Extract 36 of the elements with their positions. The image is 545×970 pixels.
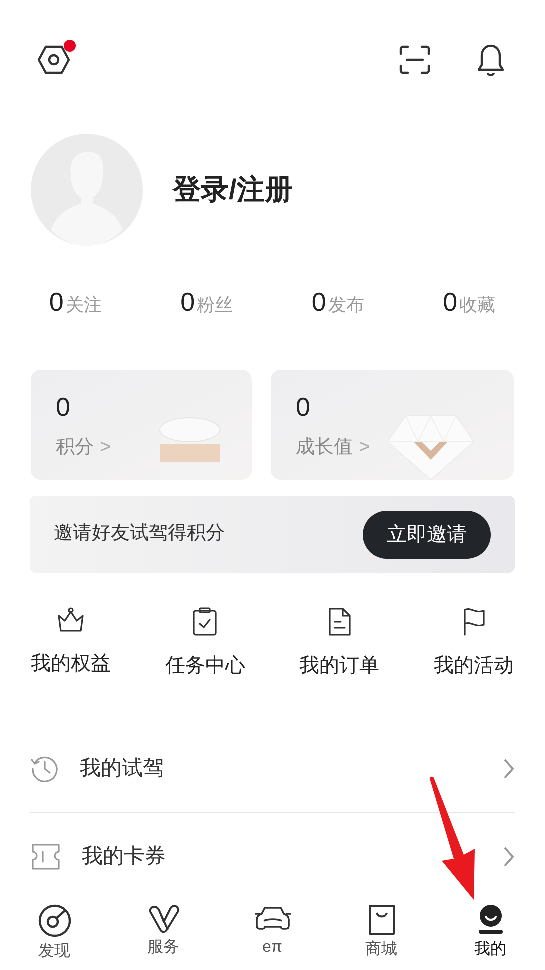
- card-label: 成长值: [296, 436, 353, 460]
- stat-count: 0: [443, 286, 458, 318]
- shortcut-item[interactable]: 我的订单: [272, 607, 407, 681]
- chevron-right-icon: [503, 758, 515, 780]
- bell-icon: [476, 43, 506, 77]
- chevron-right-icon: [503, 846, 515, 868]
- shortcut-item[interactable]: 我的活动: [406, 607, 541, 681]
- invite-button[interactable]: 立即邀请: [363, 510, 491, 558]
- card-label: 积分: [56, 436, 94, 460]
- shortcut-item[interactable]: 任务中心: [138, 607, 272, 681]
- settings-icon: [37, 45, 71, 75]
- card-chevron: >: [100, 436, 112, 460]
- shopping-bag-icon: [366, 904, 396, 936]
- invite-text: 邀请好友试驾得积分: [54, 522, 225, 546]
- card-value: 0: [296, 391, 312, 424]
- tab-item[interactable]: 发现: [0, 900, 109, 970]
- points-card[interactable]: 0 成长值 >: [271, 370, 514, 480]
- stat-count: 0: [49, 286, 64, 318]
- tab-item[interactable]: eπ: [218, 900, 327, 970]
- card-value: 0: [56, 391, 72, 424]
- clipboard-check-icon: [192, 607, 218, 637]
- scan-icon: [399, 45, 431, 75]
- tab-item[interactable]: 我的: [436, 900, 545, 970]
- card-chevron: >: [359, 436, 370, 460]
- ticket-icon: [30, 842, 62, 872]
- tab-item[interactable]: 服务: [109, 900, 218, 970]
- tab-item[interactable]: 商城: [327, 900, 436, 970]
- login-register-link[interactable]: 登录/注册: [173, 169, 293, 211]
- v-logo-icon: [146, 904, 180, 934]
- points-card[interactable]: 0 积分 >: [31, 370, 252, 480]
- stat-count: 0: [180, 286, 196, 318]
- document-icon: [326, 607, 353, 637]
- target-icon: [38, 904, 72, 938]
- shortcut-item[interactable]: 我的权益: [4, 607, 138, 681]
- stat-count: 0: [312, 286, 326, 318]
- list-item[interactable]: 我的卡券: [30, 813, 515, 878]
